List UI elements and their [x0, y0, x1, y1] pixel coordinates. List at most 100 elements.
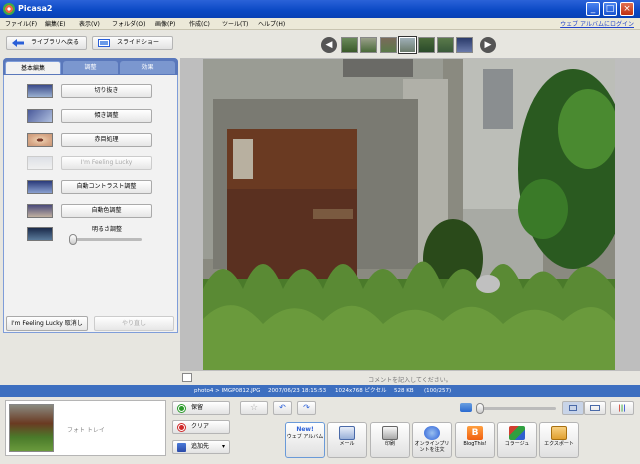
clear-label: クリア: [191, 423, 210, 430]
feeling-lucky-button[interactable]: I'm Feeling Lucky: [61, 156, 152, 170]
filmstrip-thumb[interactable]: [456, 37, 473, 53]
fill-light-slider[interactable]: [69, 234, 142, 245]
zoom-slider[interactable]: [476, 403, 556, 414]
zoom-slider-knob[interactable]: [476, 403, 484, 414]
auto-color-button[interactable]: 自動色調整: [61, 204, 152, 218]
fill-light-slider-knob[interactable]: [69, 234, 77, 245]
undo-feeling-lucky-button[interactable]: I'm Feeling Lucky 取消し: [6, 316, 88, 331]
previous-photo-button[interactable]: ◀: [321, 37, 337, 53]
auto-color-icon: [27, 204, 53, 218]
menu-folder[interactable]: フォルダ(O): [112, 19, 145, 28]
order-prints-button[interactable]: オンラインプリントを注文: [412, 422, 452, 458]
back-arrow-icon: [12, 39, 24, 47]
comment-input[interactable]: コメントを記入してください。: [180, 375, 640, 384]
straighten-button[interactable]: 傾き調整: [61, 109, 152, 123]
crop-button[interactable]: 切り抜き: [61, 84, 152, 98]
tab-basic-fixes[interactable]: 基本編集: [5, 61, 61, 74]
back-to-library-button[interactable]: ライブラリへ戻る: [6, 36, 87, 50]
slideshow-icon: [98, 39, 110, 47]
web-album-label: ウェブ アルバム: [286, 434, 324, 440]
clear-icon: [177, 423, 186, 432]
hold-icon: [177, 404, 186, 413]
filmstrip-thumb[interactable]: [380, 37, 397, 53]
fill-light-icon: [27, 227, 53, 241]
blogger-icon: B: [467, 426, 483, 440]
collage-button[interactable]: コラージュ: [497, 422, 537, 458]
red-eye-icon: [27, 133, 53, 147]
tab-tuning[interactable]: 調整: [63, 61, 118, 74]
color-histogram-button[interactable]: |||: [610, 401, 634, 415]
collage-icon: [509, 426, 525, 440]
auto-contrast-icon: [27, 180, 53, 194]
menu-edit[interactable]: 編集(E): [45, 19, 65, 28]
slideshow-label: スライドショー: [117, 39, 160, 46]
photo-tray: フォト トレイ: [5, 400, 166, 456]
single-view-button[interactable]: [562, 401, 584, 415]
histogram-icon: |||: [618, 404, 626, 412]
menu-create[interactable]: 作成(C): [189, 19, 210, 28]
clear-button[interactable]: クリア: [172, 420, 230, 434]
title-bar: Picasa2 _ □ ×: [0, 0, 640, 18]
fill-light-label: 明るさ調整: [92, 226, 123, 233]
split-view-icon: [590, 405, 600, 411]
tray-photo-thumbnail[interactable]: [9, 404, 54, 452]
web-album-login-link[interactable]: ウェブ アルバムにログイン: [560, 19, 634, 28]
straighten-icon: [27, 109, 53, 123]
bottom-panel: フォト トレイ 保留 クリア 追加先 ▾ ☆ ↶ ↷ ||| New! ウェブ …: [0, 397, 640, 464]
new-badge: New!: [296, 426, 314, 433]
edit-tab-body: [3, 58, 178, 333]
window-title: Picasa2: [18, 4, 53, 13]
printer-icon: [382, 426, 398, 440]
photo-image[interactable]: [203, 59, 615, 370]
split-view-button[interactable]: [584, 401, 606, 415]
add-to-button[interactable]: 追加先 ▾: [172, 440, 230, 454]
filmstrip-thumb-selected[interactable]: [398, 36, 417, 54]
export-button[interactable]: エクスポート: [539, 422, 579, 458]
slideshow-button[interactable]: スライドショー: [92, 36, 173, 50]
redo-button[interactable]: やり直し: [94, 316, 174, 331]
red-eye-button[interactable]: 赤目処理: [61, 133, 152, 147]
minimize-button[interactable]: _: [586, 2, 600, 16]
collage-label: コラージュ: [504, 441, 530, 447]
filmstrip-thumb[interactable]: [418, 37, 435, 53]
auto-contrast-button[interactable]: 自動コントラスト調整: [61, 180, 152, 194]
hold-button[interactable]: 保留: [172, 401, 230, 415]
web-album-button[interactable]: New! ウェブ アルバム: [285, 422, 325, 458]
maximize-button[interactable]: □: [603, 2, 617, 16]
email-label: メール: [339, 441, 355, 447]
blogthis-button[interactable]: B BlogThis!: [455, 422, 495, 458]
email-icon: [339, 426, 355, 440]
next-photo-button[interactable]: ▶: [480, 37, 496, 53]
back-to-library-label: ライブラリへ戻る: [31, 39, 80, 46]
tab-effects[interactable]: 効果: [120, 61, 175, 74]
menu-view[interactable]: 表示(V): [79, 19, 100, 28]
crop-icon: [27, 84, 53, 98]
menu-tools[interactable]: ツール(T): [222, 19, 248, 28]
email-button[interactable]: メール: [327, 422, 367, 458]
star-icon: ☆: [249, 403, 259, 413]
close-button[interactable]: ×: [620, 2, 634, 16]
print-label: 印刷: [384, 441, 395, 447]
menu-picture[interactable]: 画像(P): [155, 19, 175, 28]
album-icon: [177, 443, 186, 452]
hold-label: 保留: [191, 404, 204, 411]
rotate-left-button[interactable]: ↶: [273, 401, 292, 415]
rotate-left-icon: ↶: [279, 403, 286, 412]
rotate-right-button[interactable]: ↷: [297, 401, 316, 415]
zoom-icon: [460, 403, 472, 412]
tray-label: フォト トレイ: [67, 427, 105, 434]
single-view-icon: [569, 405, 577, 411]
photo-date: 2007/06/23 18:15:53: [268, 388, 327, 394]
order-prints-icon: [424, 426, 440, 440]
menu-help[interactable]: ヘルプ(H): [258, 19, 285, 28]
menu-file[interactable]: ファイル(F): [5, 19, 37, 28]
chevron-down-icon: ▾: [221, 443, 225, 450]
star-button[interactable]: ☆: [240, 401, 268, 415]
picasa-app-icon: [3, 3, 15, 15]
filmstrip-thumb[interactable]: [360, 37, 377, 53]
photo-filesize: 528 KB: [394, 388, 414, 394]
filmstrip-thumb[interactable]: [437, 37, 454, 53]
print-button[interactable]: 印刷: [370, 422, 410, 458]
filmstrip-thumb[interactable]: [341, 37, 358, 53]
blogthis-label: BlogThis!: [463, 441, 487, 447]
